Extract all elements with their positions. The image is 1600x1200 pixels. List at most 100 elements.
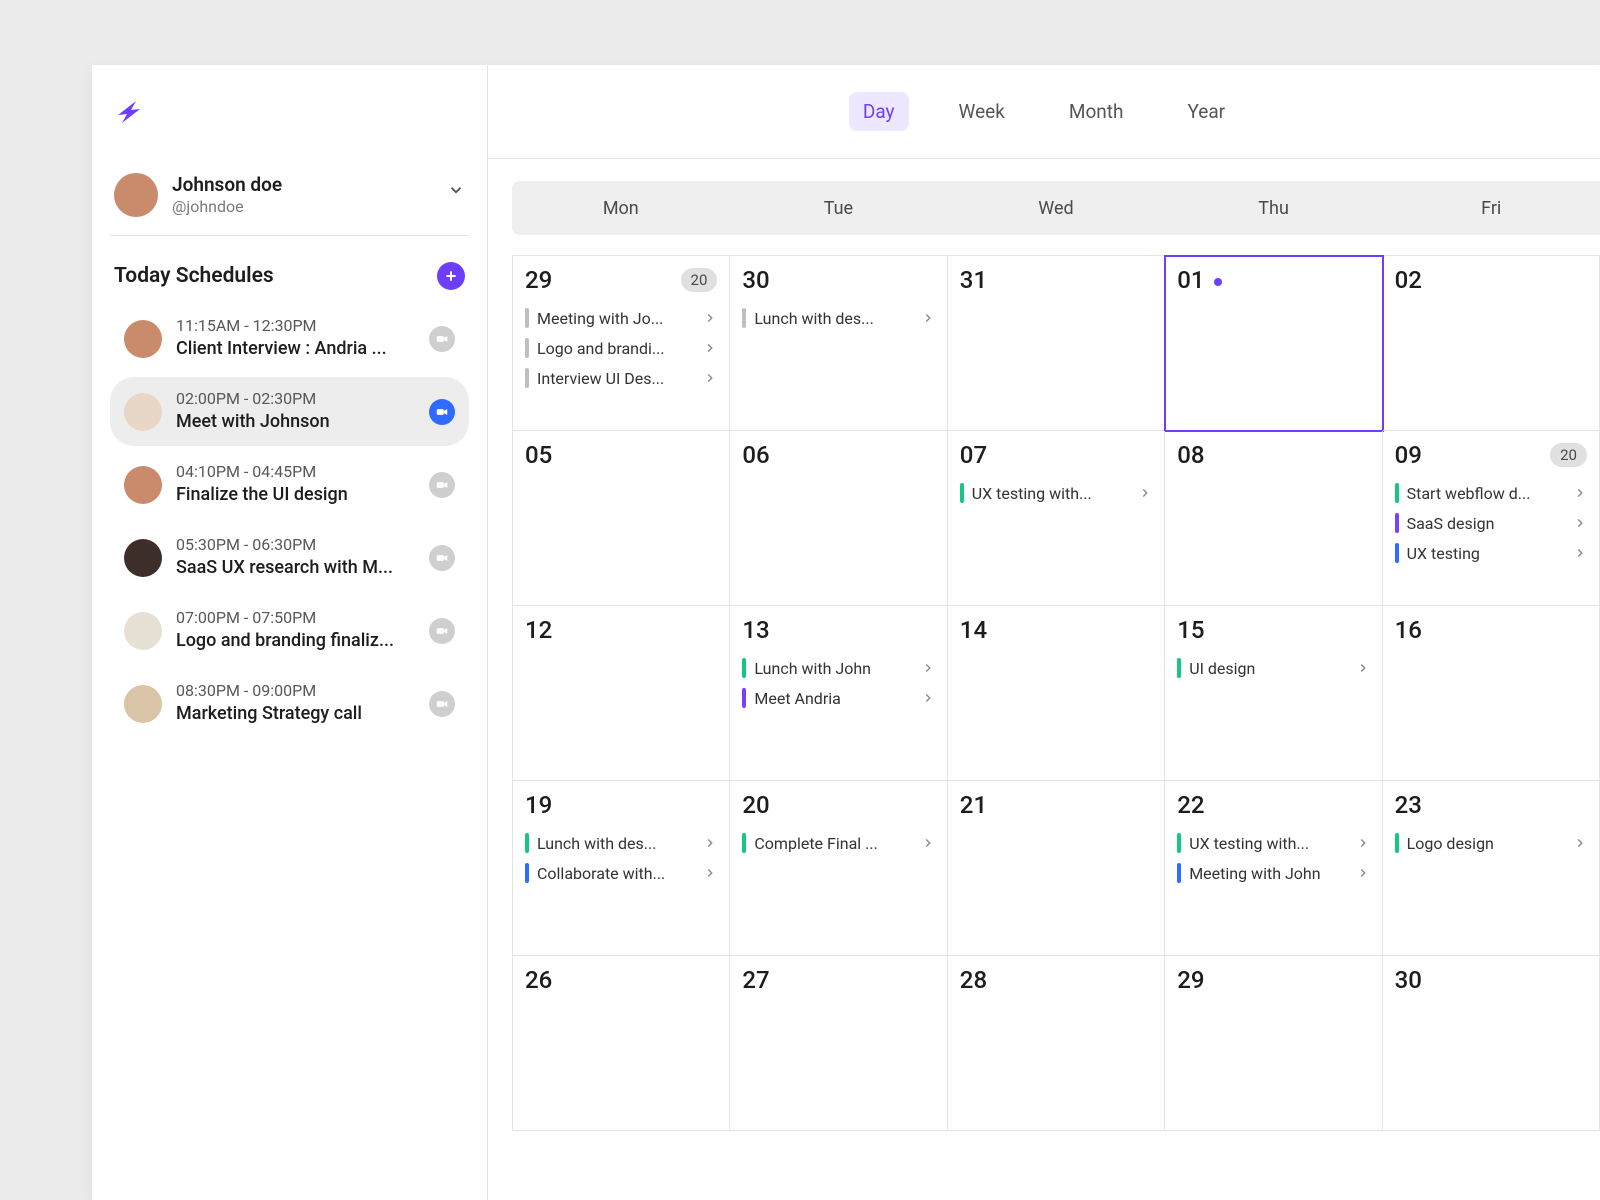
calendar-cell[interactable]: 20 Complete Final ... [730, 781, 947, 956]
schedule-item[interactable]: 08:30PM - 09:00PMMarketing Strategy call [110, 669, 469, 738]
calendar-cell[interactable]: 22UX testing with...Meeting with John [1165, 781, 1382, 956]
calendar-cell[interactable]: 30 [1383, 956, 1600, 1131]
tab-month[interactable]: Month [1055, 92, 1138, 131]
event-color-bar [525, 833, 529, 853]
video-icon[interactable] [429, 545, 455, 571]
event-list: Complete Final ... [742, 833, 934, 853]
day-number: 08 [1177, 441, 1204, 469]
today-dot-icon [1214, 278, 1222, 286]
schedule-avatar [124, 612, 162, 650]
calendar-event[interactable]: UI design [1177, 658, 1369, 678]
cell-header: 31 [960, 266, 1152, 294]
video-icon[interactable] [429, 472, 455, 498]
profile-card[interactable]: Johnson doe @johndoe [110, 159, 469, 236]
calendar-event[interactable]: Logo and brandi... [525, 338, 717, 358]
calendar-cell[interactable]: 14 [948, 606, 1165, 781]
weekday-label: Tue [730, 198, 948, 219]
video-icon[interactable] [429, 399, 455, 425]
schedule-time: 04:10PM - 04:45PM [176, 462, 415, 483]
calendar-cell[interactable]: 30Lunch with des... [730, 256, 947, 431]
calendar-cell[interactable]: 12 [513, 606, 730, 781]
schedule-title: Client Interview : Andria ... [176, 337, 406, 361]
calendar-cell[interactable]: 19Lunch with des...Collaborate with... [513, 781, 730, 956]
cell-header: 0920 [1395, 441, 1587, 469]
calendar-cell[interactable]: 05 [513, 431, 730, 606]
event-label: Interview UI Des... [537, 369, 695, 388]
calendar-event[interactable]: Meet Andria [742, 688, 934, 708]
schedule-avatar [124, 393, 162, 431]
tab-day[interactable]: Day [849, 92, 909, 131]
weekday-label: Mon [512, 198, 730, 219]
chevron-right-icon [703, 341, 717, 355]
calendar-event[interactable]: UX testing with... [960, 483, 1152, 503]
calendar-event[interactable]: Interview UI Des... [525, 368, 717, 388]
sidebar-top [92, 65, 487, 159]
calendar-event[interactable]: Meeting with John [1177, 863, 1369, 883]
calendar-event[interactable]: Lunch with des... [525, 833, 717, 853]
calendar-cell[interactable]: 08 [1165, 431, 1382, 606]
calendar-event[interactable]: Logo design [1395, 833, 1587, 853]
schedule-item[interactable]: 04:10PM - 04:45PMFinalize the UI design [110, 450, 469, 519]
tab-week[interactable]: Week [945, 92, 1019, 131]
video-icon[interactable] [429, 691, 455, 717]
schedule-item[interactable]: 05:30PM - 06:30PMSaaS UX research with M… [110, 523, 469, 592]
calendar-cell[interactable]: 26 [513, 956, 730, 1131]
calendar-cell[interactable]: 29 20 Meeting with Jo... Logo and brandi...… [513, 256, 730, 431]
event-label: SaaS design [1407, 514, 1565, 533]
event-count-badge: 20 [681, 268, 718, 292]
chevron-down-icon[interactable] [447, 181, 465, 199]
calendar-cell[interactable]: 15UI design [1165, 606, 1382, 781]
tab-year[interactable]: Year [1173, 92, 1239, 131]
cell-header: 20 [742, 791, 934, 819]
calendar-cell[interactable]: 02 [1383, 256, 1600, 431]
day-number: 21 [960, 791, 987, 819]
calendar-event[interactable]: UX testing [1395, 543, 1587, 563]
video-icon[interactable] [429, 326, 455, 352]
calendar-event[interactable]: Collaborate with... [525, 863, 717, 883]
view-tabs: Day Week Month Year [849, 92, 1239, 131]
chevron-right-icon [703, 866, 717, 880]
calendar-event[interactable]: Lunch with John [742, 658, 934, 678]
calendar-cell[interactable]: 29 [1165, 956, 1382, 1131]
event-color-bar [525, 863, 529, 883]
calendar-cell[interactable]: 23Logo design [1383, 781, 1600, 956]
chevron-right-icon [1573, 836, 1587, 850]
calendar-cell[interactable]: 06 [730, 431, 947, 606]
video-icon[interactable] [429, 618, 455, 644]
calendar-event[interactable]: SaaS design [1395, 513, 1587, 533]
event-label: Collaborate with... [537, 864, 695, 883]
add-schedule-button[interactable] [437, 262, 465, 290]
day-number: 02 [1395, 266, 1422, 294]
calendar-cell[interactable]: 16 [1383, 606, 1600, 781]
calendar-event[interactable]: Start webflow d... [1395, 483, 1587, 503]
calendar-cell[interactable]: 31 [948, 256, 1165, 431]
calendar-event[interactable]: Lunch with des... [742, 308, 934, 328]
calendar-cell[interactable]: 01 [1165, 256, 1382, 431]
profile-text: Johnson doe @johndoe [172, 174, 282, 216]
day-number: 16 [1395, 616, 1422, 644]
calendar-cell[interactable]: 27 [730, 956, 947, 1131]
schedule-item[interactable]: 07:00PM - 07:50PMLogo and branding final… [110, 596, 469, 665]
schedule-item[interactable]: 02:00PM - 02:30PMMeet with Johnson [110, 377, 469, 446]
event-list: Logo design [1395, 833, 1587, 853]
day-number: 29 [525, 266, 552, 294]
calendar-cell[interactable]: 07UX testing with... [948, 431, 1165, 606]
calendar-event[interactable]: Meeting with Jo... [525, 308, 717, 328]
schedule-item[interactable]: 11:15AM - 12:30PMClient Interview : Andr… [110, 304, 469, 373]
calendar-cell[interactable]: 13 Lunch with John Meet Andria [730, 606, 947, 781]
day-number: 30 [1395, 966, 1422, 994]
calendar-cell[interactable]: 28 [948, 956, 1165, 1131]
schedule-text: 02:00PM - 02:30PMMeet with Johnson [176, 389, 415, 434]
event-list: UX testing with... Meeting with John [1177, 833, 1369, 883]
calendar-cell[interactable]: 21 [948, 781, 1165, 956]
event-color-bar [960, 483, 964, 503]
calendar-cell[interactable]: 0920 Start webflow d... SaaS design UX test… [1383, 431, 1600, 606]
calendar-event[interactable]: UX testing with... [1177, 833, 1369, 853]
app-window: Johnson doe @johndoe Today Schedules 11:… [92, 65, 1600, 1200]
cell-header: 13 [742, 616, 934, 644]
schedule-avatar [124, 685, 162, 723]
day-number: 31 [960, 266, 987, 294]
event-color-bar [742, 833, 746, 853]
day-number: 27 [742, 966, 769, 994]
calendar-event[interactable]: Complete Final ... [742, 833, 934, 853]
